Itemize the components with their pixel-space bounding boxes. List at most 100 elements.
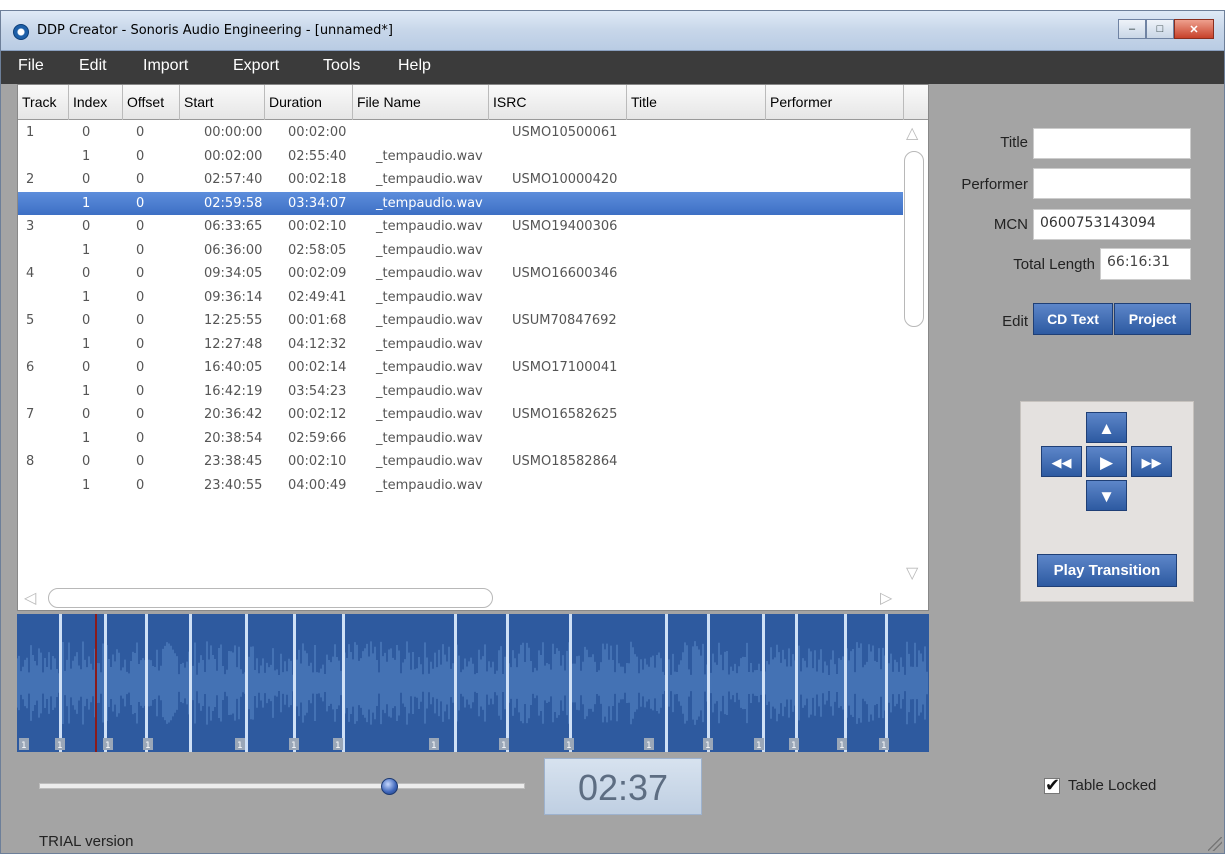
index-marker-label: 1 [291, 741, 297, 751]
rewind-icon[interactable]: ◀◀ [1041, 446, 1082, 477]
index-marker-label: 1 [145, 741, 151, 751]
cell-start: 16:42:19 [204, 383, 263, 399]
cell-duration: 03:34:07 [288, 195, 347, 211]
fast-forward-icon[interactable]: ▶▶ [1131, 446, 1172, 477]
cell-index: 1 [82, 430, 91, 446]
horizontal-scroll-thumb[interactable] [48, 588, 493, 608]
cell-track: 4 [26, 266, 35, 281]
waveform-display[interactable]: 1 1 1 1 1 1 1 1 1 1 1 1 1 1 1 1 [17, 614, 929, 752]
play-icon[interactable]: ▶ [1086, 446, 1127, 477]
total-length-value: 66:16:31 [1100, 248, 1191, 280]
col-start[interactable]: Start [180, 85, 265, 120]
menu-tools[interactable]: Tools [323, 57, 360, 75]
resize-grip-icon[interactable] [1208, 837, 1222, 851]
table-row[interactable]: 2 0 0 02:57:40 00:02:18 _tempaudio.wav USMO100… [18, 168, 903, 192]
table-row[interactable]: 1 0 16:42:19 03:54:23 _tempaudio.wav [18, 380, 903, 404]
index-marker-label: 1 [105, 741, 111, 751]
scroll-right-icon[interactable]: ▷ [880, 588, 892, 608]
track-boundary [245, 614, 248, 752]
title-bar[interactable]: DDP Creator - Sonoris Audio Engineering … [1, 11, 1224, 51]
table-row[interactable]: 5 0 0 12:25:55 00:01:68 _tempaudio.wav USUM708… [18, 309, 903, 333]
title-input[interactable] [1033, 128, 1191, 159]
table-row[interactable]: 1 0 0 00:00:00 00:02:00 USMO10500061 [18, 121, 903, 145]
table-row[interactable]: 6 0 0 16:40:05 00:02:14 _tempaudio.wav USMO171… [18, 356, 903, 380]
cell-start: 09:34:05 [204, 266, 263, 281]
menu-bar: File Edit Import Export Tools Help [1, 51, 1224, 84]
index-marker-label: 1 [881, 741, 887, 751]
col-title[interactable]: Title [627, 85, 766, 120]
vertical-scroll-thumb[interactable] [904, 151, 924, 327]
table-header: Track Index Offset Start Duration File N… [18, 85, 928, 120]
table-row[interactable]: 1 0 06:36:00 02:58:05 _tempaudio.wav [18, 239, 903, 263]
up-arrow-icon[interactable]: ▲ [1086, 412, 1127, 443]
col-performer[interactable]: Performer [766, 85, 904, 120]
cell-index: 0 [82, 266, 91, 281]
menu-help[interactable]: Help [398, 57, 431, 75]
menu-import[interactable]: Import [143, 57, 188, 75]
maximize-button[interactable]: □ [1146, 19, 1174, 39]
cell-start: 00:00:00 [204, 125, 263, 140]
index-marker-label: 1 [791, 741, 797, 751]
cell-offset: 0 [136, 148, 145, 164]
cell-isrc: USUM70847692 [512, 313, 617, 328]
index-marker-label: 1 [566, 741, 572, 751]
cell-index: 1 [82, 383, 91, 399]
index-marker-label: 1 [646, 741, 652, 751]
checkbox-checked-icon[interactable] [1044, 775, 1060, 796]
col-file-name[interactable]: File Name [353, 85, 489, 120]
menu-file[interactable]: File [18, 57, 44, 75]
track-table[interactable]: Track Index Offset Start Duration File N… [17, 84, 929, 611]
track-boundary [104, 614, 107, 752]
cell-track: 6 [26, 360, 35, 375]
table-locked-toggle[interactable]: Table Locked [1044, 775, 1157, 796]
table-row[interactable]: 1 0 02:59:58 03:34:07 _tempaudio.wav [18, 191, 903, 215]
track-boundary [454, 614, 457, 752]
cell-index: 0 [82, 219, 91, 234]
cell-duration: 02:49:41 [288, 289, 347, 305]
menu-export[interactable]: Export [233, 57, 279, 75]
close-button[interactable]: ✕ [1174, 19, 1214, 39]
scroll-left-icon[interactable]: ◁ [24, 588, 36, 608]
table-row[interactable]: 1 0 09:36:14 02:49:41 _tempaudio.wav [18, 286, 903, 310]
cell-track: 1 [26, 125, 35, 140]
cell-offset: 0 [136, 242, 145, 258]
cell-start: 16:40:05 [204, 360, 263, 375]
cell-offset: 0 [136, 454, 145, 469]
cell-file: _tempaudio.wav [376, 383, 483, 399]
minimize-button[interactable]: – [1118, 19, 1146, 39]
index-marker-label: 1 [237, 741, 243, 751]
play-transition-button[interactable]: Play Transition [1037, 554, 1177, 587]
position-slider-knob[interactable] [380, 778, 398, 795]
cell-duration: 00:02:14 [288, 360, 347, 375]
table-row[interactable]: 7 0 0 20:36:42 00:02:12 _tempaudio.wav USMO165… [18, 403, 903, 427]
col-track[interactable]: Track [18, 85, 69, 120]
cell-start: 02:57:40 [204, 172, 263, 187]
table-row[interactable]: 1 0 20:38:54 02:59:66 _tempaudio.wav [18, 427, 903, 451]
scroll-up-icon[interactable]: △ [906, 123, 918, 143]
table-row[interactable]: 1 0 00:02:00 02:55:40 _tempaudio.wav [18, 145, 903, 169]
cell-start: 06:36:00 [204, 242, 263, 258]
col-isrc[interactable]: ISRC [489, 85, 627, 120]
cell-index: 1 [82, 477, 91, 493]
table-locked-label: Table Locked [1068, 777, 1157, 794]
cell-duration: 02:59:66 [288, 430, 347, 446]
table-row[interactable]: 1 0 23:40:55 04:00:49 _tempaudio.wav [18, 474, 903, 498]
down-arrow-icon[interactable]: ▼ [1086, 480, 1127, 511]
col-duration[interactable]: Duration [265, 85, 353, 120]
table-row[interactable]: 1 0 12:27:48 04:12:32 _tempaudio.wav [18, 333, 903, 357]
table-row[interactable]: 4 0 0 09:34:05 00:02:09 _tempaudio.wav USMO166… [18, 262, 903, 286]
performer-input[interactable] [1033, 168, 1191, 199]
project-button[interactable]: Project [1114, 303, 1191, 335]
col-offset[interactable]: Offset [123, 85, 180, 120]
position-slider-track[interactable] [39, 783, 525, 789]
menu-edit[interactable]: Edit [79, 57, 107, 75]
scroll-down-icon[interactable]: ▽ [906, 563, 918, 583]
table-row[interactable]: 3 0 0 06:33:65 00:02:10 _tempaudio.wav USMO194… [18, 215, 903, 239]
cell-start: 20:38:54 [204, 430, 263, 446]
cell-index: 0 [82, 125, 91, 140]
col-index[interactable]: Index [69, 85, 123, 120]
mcn-input[interactable]: 0600753143094 [1033, 209, 1191, 240]
cell-file: _tempaudio.wav [376, 172, 483, 187]
cd-text-button[interactable]: CD Text [1033, 303, 1113, 335]
table-row[interactable]: 8 0 0 23:38:45 00:02:10 _tempaudio.wav USMO185… [18, 450, 903, 474]
